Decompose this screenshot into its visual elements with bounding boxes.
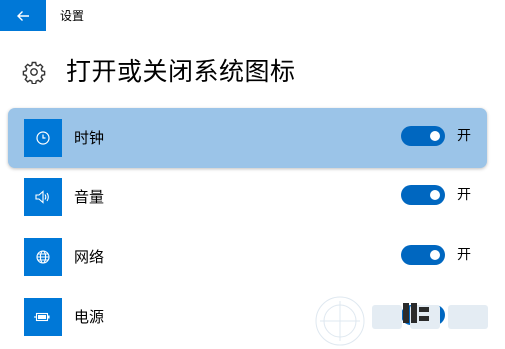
- window-title: 设置: [60, 9, 85, 23]
- clock-toggle[interactable]: [401, 126, 445, 146]
- back-arrow-icon: [17, 10, 29, 21]
- network-tile: [24, 238, 62, 276]
- battery-icon: [34, 312, 50, 322]
- item-label: 音量: [74, 188, 105, 206]
- volume-icon: [35, 190, 49, 204]
- toggle-knob: [430, 310, 440, 320]
- item-label: 时钟: [74, 129, 105, 147]
- toggle-knob: [430, 250, 440, 260]
- network-toggle[interactable]: [401, 245, 445, 265]
- toggle-state-label: 开: [457, 128, 471, 144]
- power-toggle[interactable]: [401, 305, 445, 325]
- volume-toggle[interactable]: [401, 185, 445, 205]
- power-tile: [24, 298, 62, 336]
- list-item-network[interactable]: 网络 开: [8, 227, 487, 287]
- title-bar: 设置: [0, 0, 505, 31]
- clock-icon: [36, 131, 50, 145]
- list-item-power[interactable]: 电源 开: [8, 287, 487, 347]
- list-item-volume[interactable]: 音量 开: [8, 167, 487, 227]
- toggle-state-label: 开: [457, 187, 471, 203]
- gear-icon: [22, 61, 46, 84]
- network-icon: [36, 250, 50, 264]
- item-label: 电源: [74, 308, 105, 326]
- toggle-knob: [430, 131, 440, 141]
- clock-tile: [24, 119, 62, 157]
- back-button[interactable]: [0, 0, 46, 31]
- item-label: 网络: [74, 248, 105, 266]
- toggle-state-label: 开: [457, 307, 471, 323]
- list-item-clock[interactable]: 时钟 开: [8, 108, 487, 168]
- toggle-knob: [430, 190, 440, 200]
- volume-tile: [24, 178, 62, 216]
- toggle-state-label: 开: [457, 247, 471, 263]
- page-title: 打开或关闭系统图标: [66, 57, 296, 86]
